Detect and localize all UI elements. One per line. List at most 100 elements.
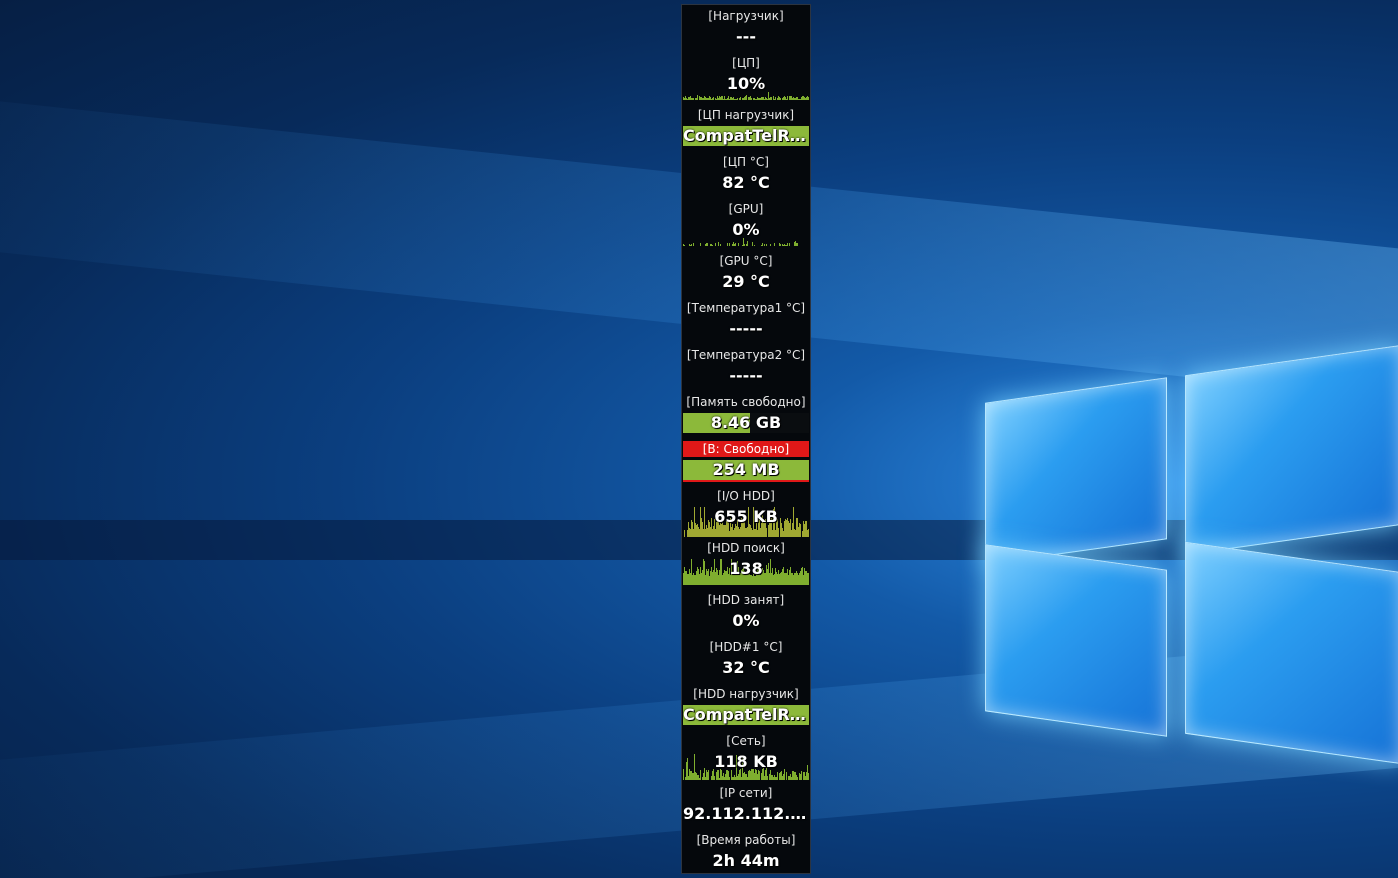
graph-spike [800, 99, 801, 100]
graph-spike [793, 97, 794, 100]
graph-spike [732, 244, 733, 246]
graph-spike [747, 241, 748, 246]
graph-spike [751, 528, 752, 537]
graph-spike [791, 530, 792, 537]
graph-spike [757, 97, 758, 100]
gpu-label: [GPU] [728, 202, 764, 216]
graph-spike [762, 97, 763, 100]
graph-spike [702, 98, 703, 100]
graph-spike [693, 98, 694, 100]
graph-spike [773, 777, 774, 780]
graph-spike [783, 774, 784, 780]
graph-spike [729, 243, 730, 246]
graph-spike [783, 97, 784, 100]
hdd-loader-value: CompatTelRu... [683, 705, 809, 725]
graph-spike [790, 774, 791, 780]
network-value: 118 KB [714, 752, 778, 771]
graph-spike [796, 775, 797, 780]
graph-spike [789, 776, 790, 780]
graph-spike [760, 98, 761, 100]
graph-spike [749, 97, 750, 100]
graph-spike [720, 97, 721, 100]
graph-spike [771, 775, 772, 780]
graph-spike [697, 95, 698, 100]
loader-value: --- [736, 27, 756, 46]
graph-spike [805, 98, 806, 100]
graph-spike [712, 529, 713, 537]
graph-spike [774, 99, 775, 100]
graph-spike [754, 245, 755, 246]
graph-spike [781, 771, 782, 780]
graph-spike [695, 772, 696, 780]
graph-spike [732, 777, 733, 780]
graph-spike [802, 96, 803, 100]
graph-spike [795, 772, 796, 780]
gpu-row: [GPU] 0% [683, 198, 809, 246]
graph-spike [789, 243, 790, 246]
system-monitor-gadget[interactable]: [Нагрузчик] --- [ЦП] 10% [ЦП нагрузчик] … [681, 4, 811, 874]
graph-spike [773, 96, 774, 100]
graph-spike [730, 97, 731, 100]
gpu-temp-row: [GPU °C] 29 °C [683, 250, 809, 297]
graph-spike [721, 96, 722, 100]
graph-spike [806, 772, 807, 780]
graph-spike [756, 99, 757, 100]
graph-spike [750, 771, 751, 780]
graph-spike [747, 777, 748, 780]
graph-spike [779, 243, 780, 246]
hdd-loader-label: [HDD нагрузчик] [693, 687, 799, 701]
graph-spike [754, 98, 755, 100]
graph-spike [737, 98, 738, 100]
graph-spike [761, 773, 762, 780]
graph-spike [797, 97, 798, 100]
graph-spike [727, 98, 728, 100]
graph-spike [683, 244, 684, 246]
graph-spike [698, 527, 699, 537]
graph-spike [788, 776, 789, 780]
graph-spike [789, 96, 790, 100]
graph-spike [763, 97, 764, 100]
memory-free-label: [Память свободно] [686, 395, 806, 409]
graph-spike [725, 99, 726, 100]
graph-spike [778, 528, 779, 537]
graph-spike [766, 528, 767, 537]
graph-spike [696, 773, 697, 780]
ip-label: [IP сети] [719, 786, 773, 800]
ip-value: 92.112.112.170 [683, 804, 809, 823]
hdd-busy-value: 0% [732, 611, 760, 630]
io-hdd-value: 655 KB [714, 507, 778, 526]
graph-spike [779, 773, 780, 780]
loader-row: [Нагрузчик] --- [683, 5, 809, 52]
graph-spike [793, 771, 794, 780]
graph-spike [686, 98, 687, 100]
graph-spike [753, 98, 754, 100]
graph-spike [731, 97, 732, 100]
graph-spike [740, 527, 741, 537]
cpu-loader-value: CompatTelRu... [683, 126, 809, 146]
graph-spike [737, 776, 738, 780]
graph-spike [794, 98, 795, 100]
graph-spike [688, 776, 689, 780]
graph-spike [760, 528, 761, 537]
graph-spike [733, 530, 734, 537]
graph-spike [710, 244, 711, 246]
graph-spike [779, 97, 780, 100]
graph-spike [782, 776, 783, 780]
io-hdd-label: [I/O HDD] [717, 489, 775, 503]
graph-spike [692, 98, 693, 100]
graph-spike [725, 774, 726, 780]
graph-spike [714, 776, 715, 780]
graph-spike [735, 777, 736, 780]
graph-spike [699, 778, 700, 780]
hdd1-temp-label: [HDD#1 °C] [709, 640, 783, 654]
graph-spike [720, 244, 721, 246]
graph-spike [687, 99, 688, 100]
graph-spike [717, 96, 718, 100]
graph-spike [701, 97, 702, 100]
temp2-label: [Температура2 °C] [686, 348, 806, 362]
graph-spike [757, 774, 758, 780]
uptime-row: [Время работы] 2h 44m [683, 829, 809, 873]
windows-logo-pane [1185, 541, 1398, 765]
cpu-label: [ЦП] [732, 56, 760, 70]
graph-spike [689, 244, 690, 246]
